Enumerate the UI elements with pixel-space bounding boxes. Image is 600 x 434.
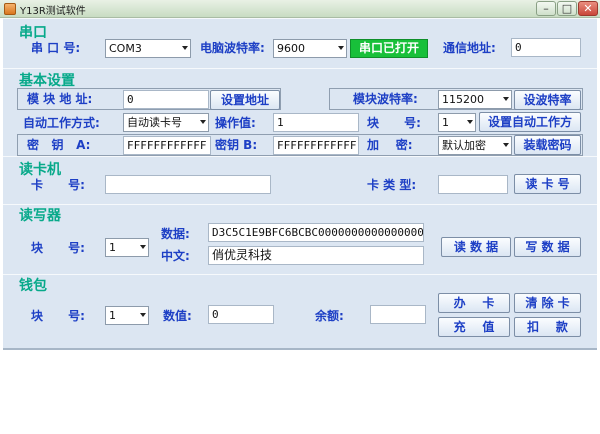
set-address-button[interactable]: 设置地址 bbox=[210, 90, 280, 110]
rw-block-value: 1 bbox=[109, 241, 116, 254]
log-area[interactable] bbox=[3, 348, 597, 432]
chevron-down-icon bbox=[503, 97, 509, 101]
chevron-down-icon bbox=[338, 46, 344, 50]
card-type-input[interactable] bbox=[438, 175, 508, 194]
data-input[interactable]: D3C5C1E9BFC6BCBC0000000000000000 bbox=[208, 223, 424, 242]
rw-block-select[interactable]: 1 bbox=[105, 238, 149, 257]
clear-card-button[interactable]: 清 除 卡 bbox=[514, 293, 581, 313]
wallet-section: 钱包 块 号: 1 数值: 0 余额: 办 卡 清 除 卡 充 值 扣 款 bbox=[3, 274, 597, 348]
basic-settings-title: 基本设置 bbox=[19, 73, 75, 89]
auto-mode-select[interactable]: 自动读卡号 bbox=[123, 113, 209, 132]
deduct-button[interactable]: 扣 款 bbox=[514, 317, 581, 337]
maximize-button[interactable]: □ bbox=[557, 1, 577, 16]
auto-mode-value: 自动读卡号 bbox=[127, 116, 182, 129]
key-b-input[interactable]: FFFFFFFFFFFF bbox=[273, 136, 359, 155]
read-write-section: 读写器 块 号: 1 数据: D3C5C1E9BFC6BCBC000000000… bbox=[3, 204, 597, 274]
key-b-label: 密钥 B: bbox=[215, 138, 258, 152]
chevron-down-icon bbox=[503, 143, 509, 147]
encrypt-select[interactable]: 默认加密 bbox=[438, 136, 512, 155]
serial-section: 串口 串 口 号: COM3 电脑波特率: 9600 串口已打开 通信地址: 0 bbox=[3, 18, 597, 68]
port-value: COM3 bbox=[109, 42, 142, 55]
wallet-block-label: 块 号: bbox=[31, 309, 85, 323]
chevron-down-icon bbox=[140, 313, 146, 317]
recharge-button[interactable]: 充 值 bbox=[438, 317, 510, 337]
comm-address-label: 通信地址: bbox=[443, 41, 496, 55]
pc-baud-label: 电脑波特率: bbox=[200, 41, 265, 55]
port-select[interactable]: COM3 bbox=[105, 39, 191, 58]
chevron-down-icon bbox=[200, 120, 206, 124]
op-value-label: 操作值: bbox=[215, 116, 256, 130]
encrypt-value: 默认加密 bbox=[442, 139, 486, 152]
main-panel: 串口 串 口 号: COM3 电脑波特率: 9600 串口已打开 通信地址: 0… bbox=[3, 18, 597, 348]
balance-label: 余额: bbox=[315, 309, 344, 323]
module-baud-select[interactable]: 115200 bbox=[438, 90, 512, 109]
set-baud-button[interactable]: 设波特率 bbox=[514, 90, 581, 110]
port-label: 串 口 号: bbox=[31, 41, 81, 55]
chevron-down-icon bbox=[182, 46, 188, 50]
auto-mode-label: 自动工作方式: bbox=[23, 116, 100, 130]
minimize-button[interactable]: – bbox=[536, 1, 556, 16]
pc-baud-value: 9600 bbox=[277, 42, 305, 55]
wallet-block-select[interactable]: 1 bbox=[105, 306, 149, 325]
chevron-down-icon bbox=[467, 120, 473, 124]
card-type-label: 卡 类 型: bbox=[367, 178, 417, 192]
data-label: 数据: bbox=[161, 227, 190, 241]
window-title: Y13R测试软件 bbox=[20, 6, 86, 17]
module-baud-value: 115200 bbox=[442, 93, 484, 106]
basic-settings-section: 基本设置 模 块 地 址: 0 设置地址 模块波特率: 115200 设波特率 … bbox=[3, 68, 597, 156]
module-address-input[interactable]: 0 bbox=[123, 90, 209, 109]
write-data-button[interactable]: 写 数 据 bbox=[514, 237, 581, 257]
basic-block-label: 块 号: bbox=[367, 116, 421, 130]
card-number-input[interactable] bbox=[105, 175, 271, 194]
read-write-title: 读写器 bbox=[19, 208, 61, 224]
card-number-label: 卡 号: bbox=[31, 178, 85, 192]
title-bar: Y13R测试软件 – □ ✕ bbox=[0, 0, 600, 18]
amount-label: 数值: bbox=[163, 309, 192, 323]
load-key-button[interactable]: 装载密码 bbox=[514, 135, 581, 155]
basic-block-value: 1 bbox=[442, 116, 449, 129]
chinese-label: 中文: bbox=[161, 249, 190, 263]
app-icon bbox=[4, 3, 16, 15]
issue-card-button[interactable]: 办 卡 bbox=[438, 293, 510, 313]
key-a-input[interactable]: FFFFFFFFFFFF bbox=[123, 136, 211, 155]
wallet-title: 钱包 bbox=[19, 278, 47, 294]
module-baud-label: 模块波特率: bbox=[353, 92, 418, 106]
port-open-status-button[interactable]: 串口已打开 bbox=[350, 39, 428, 58]
amount-input[interactable]: 0 bbox=[208, 305, 274, 324]
basic-block-select[interactable]: 1 bbox=[438, 113, 476, 132]
close-button[interactable]: ✕ bbox=[578, 1, 598, 16]
op-value-input[interactable]: 1 bbox=[273, 113, 359, 132]
wallet-block-value: 1 bbox=[109, 309, 116, 322]
rw-block-label: 块 号: bbox=[31, 241, 85, 255]
encrypt-label: 加 密: bbox=[367, 138, 413, 152]
chinese-input[interactable]: 俏优灵科技 bbox=[208, 246, 424, 265]
comm-address-input[interactable]: 0 bbox=[511, 38, 581, 57]
set-auto-mode-button[interactable]: 设置自动工作方 bbox=[479, 112, 581, 132]
read-data-button[interactable]: 读 数 据 bbox=[441, 237, 511, 257]
chevron-down-icon bbox=[140, 245, 146, 249]
card-reader-section: 读卡机 卡 号: 卡 类 型: 读 卡 号 bbox=[3, 156, 597, 204]
pc-baud-select[interactable]: 9600 bbox=[273, 39, 347, 58]
key-a-label: 密 钥 A: bbox=[27, 138, 91, 152]
read-card-number-button[interactable]: 读 卡 号 bbox=[514, 174, 581, 194]
module-address-label: 模 块 地 址: bbox=[27, 92, 93, 106]
balance-input[interactable] bbox=[370, 305, 426, 324]
